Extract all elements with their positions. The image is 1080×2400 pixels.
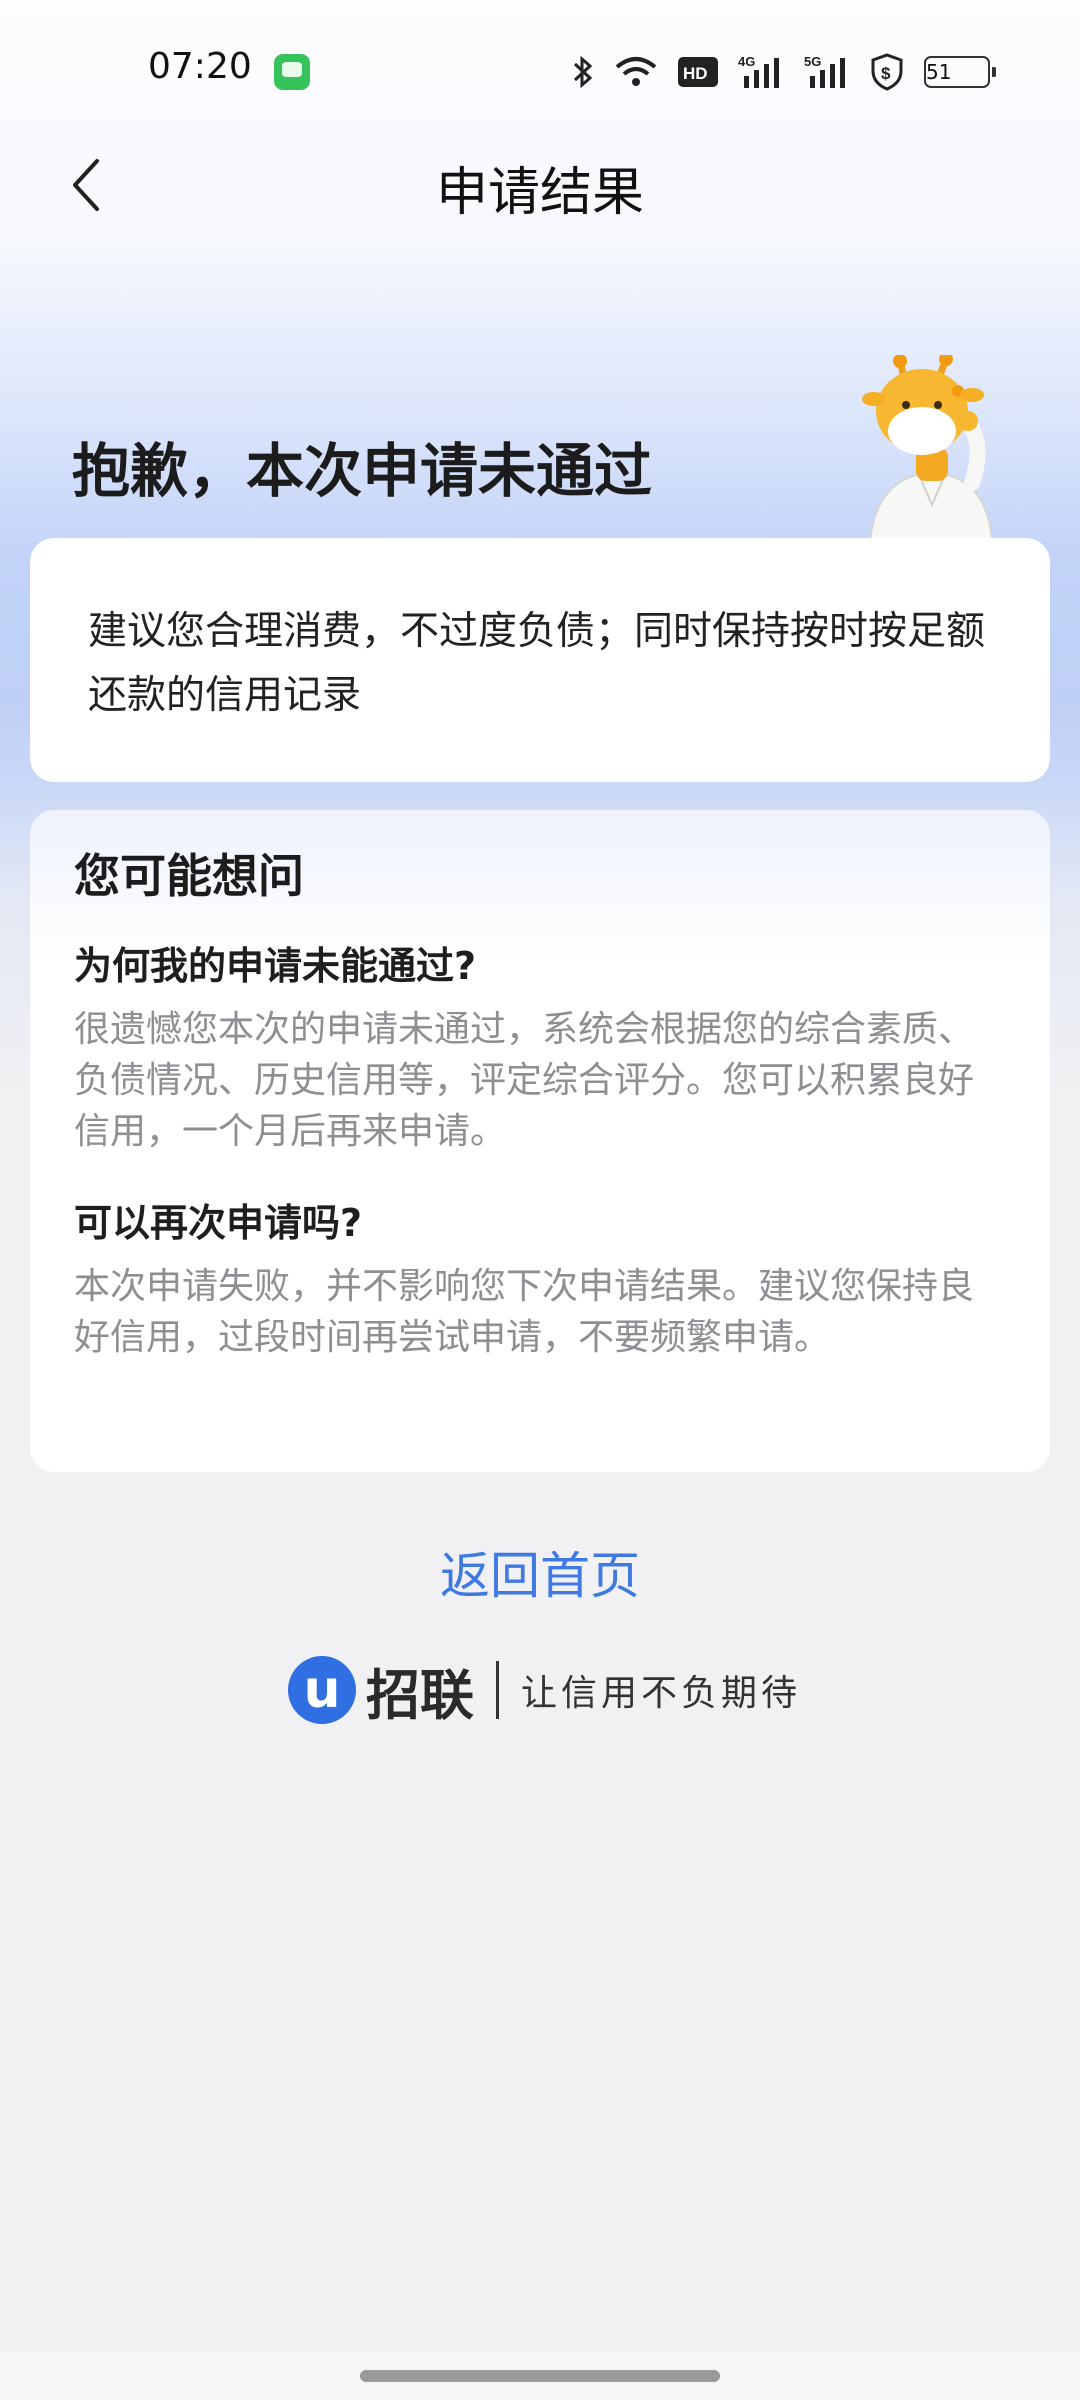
- advice-text: 建议您合理消费，不过度负债；同时保持按时按足额还款的信用记录: [88, 609, 986, 718]
- battery-icon: 51: [924, 56, 996, 88]
- wifi-icon: [614, 55, 658, 89]
- signal-4g-icon: 4G: [738, 54, 784, 90]
- status-bar: 07:20 HD 4G 5G $ 51: [0, 0, 1080, 140]
- faq-title: 您可能想问: [74, 849, 304, 903]
- svg-text:4G: 4G: [738, 54, 755, 69]
- result-title: 抱歉，本次申请未通过: [72, 437, 653, 505]
- brand-name: 招联: [366, 1663, 474, 1727]
- svg-text:$: $: [881, 64, 891, 83]
- bluetooth-icon: [572, 54, 594, 90]
- status-icons: HD 4G 5G $ 51: [572, 50, 996, 94]
- faq-card: 您可能想问 为何我的申请未能通过? 很遗憾您本次的申请未通过，系统会根据您的综合…: [30, 810, 1050, 1472]
- signal-5g-icon: 5G: [804, 54, 850, 90]
- brand-logo: u: [288, 1656, 356, 1724]
- messages-app-icon: [274, 54, 310, 90]
- svg-text:5G: 5G: [804, 54, 821, 69]
- giraffe-mascot: [860, 352, 1000, 544]
- brand-divider: [496, 1661, 499, 1719]
- back-home-button[interactable]: 返回首页: [0, 1536, 1080, 1608]
- faq-question: 为何我的申请未能通过?: [74, 944, 477, 988]
- brand-slogan: 让信用不负期待: [521, 1673, 802, 1714]
- svg-text:HD: HD: [683, 64, 708, 83]
- brand-footer: u 招联 让信用不负期待: [288, 1654, 802, 1727]
- faq-answer: 很遗憾您本次的申请未通过，系统会根据您的综合素质、负债情况、历史信用等，评定综合…: [74, 1009, 975, 1152]
- faq-answer: 本次申请失败，并不影响您下次申请结果。建议您保持良好信用，过段时间再尝试申请，不…: [74, 1266, 975, 1358]
- advice-card: 建议您合理消费，不过度负债；同时保持按时按足额还款的信用记录: [30, 538, 1050, 782]
- faq-question: 可以再次申请吗?: [74, 1201, 363, 1245]
- status-time: 07:20: [148, 46, 252, 87]
- home-indicator[interactable]: [360, 2370, 720, 2382]
- hd-icon: HD: [678, 57, 718, 87]
- shield-dollar-icon: $: [870, 53, 904, 91]
- page-title: 申请结果: [435, 163, 644, 223]
